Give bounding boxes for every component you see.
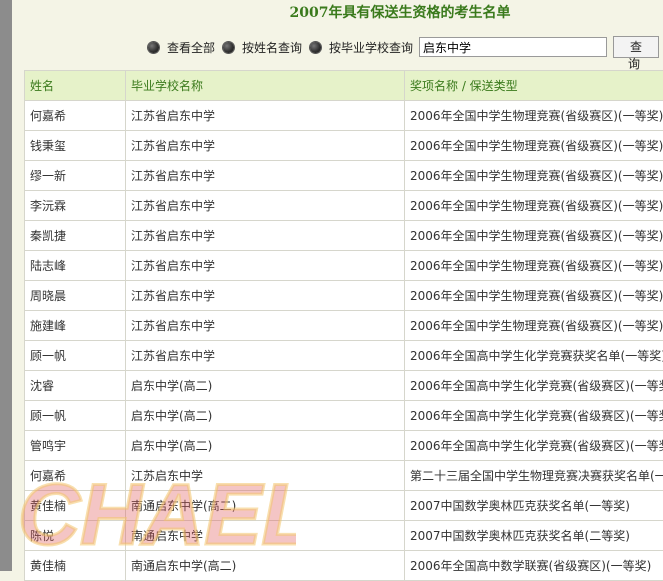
radio-label: 按姓名查询 xyxy=(242,39,302,56)
table-row: 缪一新江苏省启东中学2006年全国中学生物理竞赛(省级赛区)(一等奖) xyxy=(25,161,663,191)
cell-student-name: 顾一帆 xyxy=(25,341,126,371)
cell-student-name: 管鸣宇 xyxy=(25,431,126,461)
table-header-row: 姓名 毕业学校名称 奖项名称 / 保送类型 xyxy=(25,71,663,101)
table-row: 顾一帆启东中学(高二)2006年全国高中学生化学竞赛(省级赛区)(一等奖) xyxy=(25,401,663,431)
radio-label: 查看全部 xyxy=(167,39,215,56)
cell-school-name: 江苏省启东中学 xyxy=(126,161,405,191)
cell-award-name: 2006年全国高中学生化学竞赛(省级赛区)(一等奖) xyxy=(405,401,663,431)
cell-school-name: 启东中学(高二) xyxy=(126,401,405,431)
cell-award-name: 2006年全国中学生物理竞赛(省级赛区)(一等奖) xyxy=(405,221,663,251)
cell-award-name: 2007中国数学奥林匹克获奖名单(二等奖) xyxy=(405,521,663,551)
search-input[interactable] xyxy=(419,37,607,57)
cell-award-name: 2006年全国中学生物理竞赛(省级赛区)(一等奖) xyxy=(405,161,663,191)
cell-student-name: 何嘉希 xyxy=(25,461,126,491)
cell-student-name: 秦凯捷 xyxy=(25,221,126,251)
cell-student-name: 钱秉玺 xyxy=(25,131,126,161)
cell-school-name: 南通启东中学(高二) xyxy=(126,491,405,521)
column-header-award: 奖项名称 / 保送类型 xyxy=(405,71,663,101)
table-row: 秦凯捷江苏省启东中学2006年全国中学生物理竞赛(省级赛区)(一等奖) xyxy=(25,221,663,251)
radio-icon[interactable] xyxy=(223,42,234,53)
table-body: 何嘉希江苏省启东中学2006年全国中学生物理竞赛(省级赛区)(一等奖)钱秉玺江苏… xyxy=(25,101,663,581)
cell-school-name: 启东中学(高二) xyxy=(126,371,405,401)
radio-by-name[interactable]: 按姓名查询 xyxy=(223,39,302,56)
cell-award-name: 2006年全国高中学生化学竞赛(省级赛区)(一等奖) xyxy=(405,371,663,401)
table-row: 钱秉玺江苏省启东中学2006年全国中学生物理竞赛(省级赛区)(一等奖) xyxy=(25,131,663,161)
radio-icon[interactable] xyxy=(310,42,321,53)
radio-icon[interactable] xyxy=(148,42,159,53)
radio-label: 按毕业学校查询 xyxy=(329,39,413,56)
cell-award-name: 2006年全国中学生物理竞赛(省级赛区)(一等奖) xyxy=(405,251,663,281)
cell-student-name: 陈悦 xyxy=(25,521,126,551)
cell-student-name: 缪一新 xyxy=(25,161,126,191)
cell-school-name: 江苏省启东中学 xyxy=(126,221,405,251)
table-row: 沈睿启东中学(高二)2006年全国高中学生化学竞赛(省级赛区)(一等奖) xyxy=(25,371,663,401)
table-row: 黄佳楠南通启东中学(高二)2006年全国高中数学联赛(省级赛区)(一等奖) xyxy=(25,551,663,581)
table-row: 李沅霖江苏省启东中学2006年全国中学生物理竞赛(省级赛区)(一等奖) xyxy=(25,191,663,221)
cell-student-name: 陆志峰 xyxy=(25,251,126,281)
left-scroll-edge xyxy=(0,0,12,571)
table-row: 何嘉希江苏省启东中学2006年全国中学生物理竞赛(省级赛区)(一等奖) xyxy=(25,101,663,131)
cell-award-name: 2006年全国高中学生化学竞赛获奖名单(一等奖) xyxy=(405,341,663,371)
cell-award-name: 2006年全国高中学生化学竞赛(省级赛区)(一等奖) xyxy=(405,431,663,461)
table-row: 陆志峰江苏省启东中学2006年全国中学生物理竞赛(省级赛区)(一等奖) xyxy=(25,251,663,281)
cell-student-name: 顾一帆 xyxy=(25,401,126,431)
cell-school-name: 南通启东中学 xyxy=(126,521,405,551)
cell-student-name: 周晓晨 xyxy=(25,281,126,311)
page-title: 2007年具有保送生资格的考生名单 xyxy=(0,2,663,22)
cell-school-name: 江苏省启东中学 xyxy=(126,191,405,221)
cell-school-name: 江苏启东中学 xyxy=(126,461,405,491)
cell-award-name: 2006年全国高中数学联赛(省级赛区)(一等奖) xyxy=(405,551,663,581)
table-row: 周晓晨江苏省启东中学2006年全国中学生物理竞赛(省级赛区)(一等奖) xyxy=(25,281,663,311)
cell-student-name: 黄佳楠 xyxy=(25,551,126,581)
table-row: 黄佳楠南通启东中学(高二)2007中国数学奥林匹克获奖名单(一等奖) xyxy=(25,491,663,521)
query-button[interactable]: 查 询 xyxy=(613,36,659,58)
search-bar: 查看全部 按姓名查询 按毕业学校查询 查 询 xyxy=(148,36,659,58)
cell-award-name: 2006年全国中学生物理竞赛(省级赛区)(一等奖) xyxy=(405,191,663,221)
cell-award-name: 2006年全国中学生物理竞赛(省级赛区)(一等奖) xyxy=(405,311,663,341)
cell-award-name: 2007中国数学奥林匹克获奖名单(一等奖) xyxy=(405,491,663,521)
cell-student-name: 施建峰 xyxy=(25,311,126,341)
table-row: 陈悦南通启东中学2007中国数学奥林匹克获奖名单(二等奖) xyxy=(25,521,663,551)
radio-by-school[interactable]: 按毕业学校查询 xyxy=(310,39,413,56)
cell-award-name: 第二十三届全国中学生物理竞赛决赛获奖名单(一等奖) xyxy=(405,461,663,491)
cell-school-name: 江苏省启东中学 xyxy=(126,251,405,281)
cell-award-name: 2006年全国中学生物理竞赛(省级赛区)(一等奖) xyxy=(405,131,663,161)
table-row: 管鸣宇启东中学(高二)2006年全国高中学生化学竞赛(省级赛区)(一等奖) xyxy=(25,431,663,461)
radio-view-all[interactable]: 查看全部 xyxy=(148,39,215,56)
cell-award-name: 2006年全国中学生物理竞赛(省级赛区)(一等奖) xyxy=(405,101,663,131)
table-row: 施建峰江苏省启东中学2006年全国中学生物理竞赛(省级赛区)(一等奖) xyxy=(25,311,663,341)
cell-school-name: 南通启东中学(高二) xyxy=(126,551,405,581)
cell-school-name: 江苏省启东中学 xyxy=(126,341,405,371)
cell-student-name: 黄佳楠 xyxy=(25,491,126,521)
results-table: 姓名 毕业学校名称 奖项名称 / 保送类型 何嘉希江苏省启东中学2006年全国中… xyxy=(24,70,663,581)
cell-school-name: 江苏省启东中学 xyxy=(126,311,405,341)
cell-award-name: 2006年全国中学生物理竞赛(省级赛区)(一等奖) xyxy=(405,281,663,311)
column-header-school: 毕业学校名称 xyxy=(126,71,405,101)
cell-student-name: 李沅霖 xyxy=(25,191,126,221)
cell-school-name: 启东中学(高二) xyxy=(126,431,405,461)
cell-school-name: 江苏省启东中学 xyxy=(126,131,405,161)
column-header-name: 姓名 xyxy=(25,71,126,101)
table-row: 何嘉希江苏启东中学第二十三届全国中学生物理竞赛决赛获奖名单(一等奖) xyxy=(25,461,663,491)
table-row: 顾一帆江苏省启东中学2006年全国高中学生化学竞赛获奖名单(一等奖) xyxy=(25,341,663,371)
cell-student-name: 沈睿 xyxy=(25,371,126,401)
cell-school-name: 江苏省启东中学 xyxy=(126,101,405,131)
cell-school-name: 江苏省启东中学 xyxy=(126,281,405,311)
cell-student-name: 何嘉希 xyxy=(25,101,126,131)
